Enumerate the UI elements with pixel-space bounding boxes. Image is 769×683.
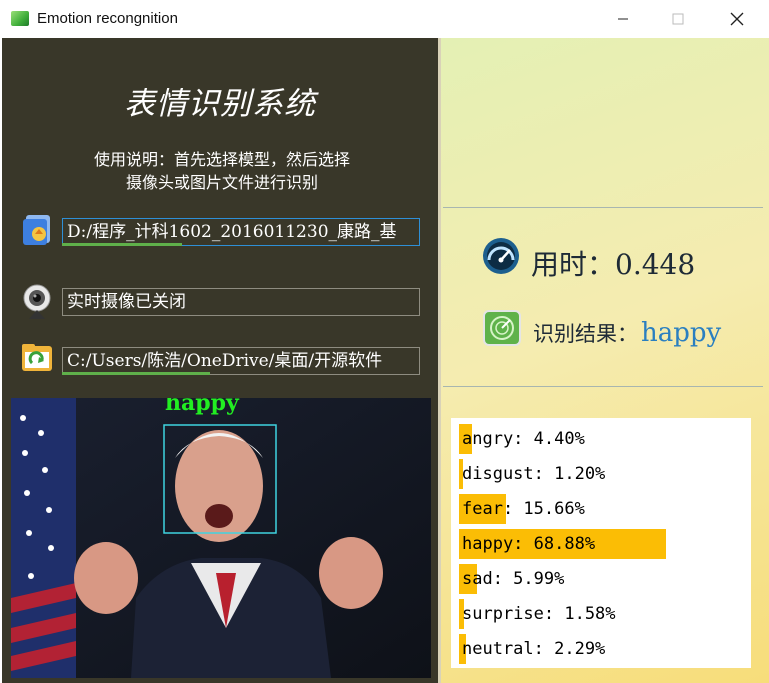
minimize-button[interactable] — [601, 6, 645, 32]
maximize-icon — [672, 13, 684, 25]
minimize-icon — [618, 18, 628, 20]
emotion-probability-chart: angry: 4.40% disgust: 1.20% fear: 15.66% ha… — [451, 418, 751, 668]
bar-label-fear: fear: 15.66% — [462, 499, 585, 519]
instructions: 使用说明：首先选择模型，然后选择 摄像头或图片文件进行识别 — [42, 148, 402, 194]
result-panel: 用时：0.448 识别结果： happy angry: 4.40% disgust… — [441, 38, 769, 683]
bar-row-surprise: surprise: 1.58% — [459, 599, 749, 629]
detection-preview: happy — [11, 398, 431, 678]
result-label: 识别结果： — [533, 322, 638, 346]
model-load-progress — [62, 243, 182, 246]
app-icon — [11, 11, 29, 26]
bar-label-surprise: surprise: 1.58% — [462, 604, 616, 624]
control-panel: 表情识别系统 使用说明：首先选择模型，然后选择 摄像头或图片文件进行识别 D:/… — [2, 38, 438, 683]
model-folder-icon — [23, 215, 50, 245]
instructions-line-2: 摄像头或图片文件进行识别 — [125, 173, 318, 192]
bar-label-sad: sad: 5.99% — [462, 569, 565, 589]
image-path-field[interactable]: C:/Users/陈浩/OneDrive/桌面/开源软件 — [62, 347, 420, 375]
model-select-button[interactable] — [20, 213, 54, 247]
bar-row-disgust: disgust: 1.20% — [459, 459, 749, 489]
maximize-button[interactable] — [656, 6, 700, 32]
camera-button[interactable] — [20, 283, 54, 319]
detection-image — [11, 398, 431, 678]
model-path-field[interactable]: D:/程序_计科1602_2016011230_康路_基 — [62, 218, 420, 246]
separator-top — [443, 207, 763, 208]
bar-row-happy: happy: 68.88% — [459, 529, 749, 559]
bar-row-sad: sad: 5.99% — [459, 564, 749, 594]
image-load-progress — [62, 372, 210, 375]
webcam-icon — [23, 284, 51, 319]
close-button[interactable] — [715, 6, 759, 32]
bar-label-angry: angry: 4.40% — [462, 429, 585, 449]
image-folder-icon — [22, 344, 52, 371]
bar-label-neutral: neutral: 2.29% — [462, 639, 606, 659]
detected-emotion-label: happy — [165, 398, 239, 416]
bar-row-angry: angry: 4.40% — [459, 424, 749, 454]
title-bar: Emotion recongnition — [0, 0, 769, 38]
instructions-line-1: 使用说明：首先选择模型，然后选择 — [93, 150, 350, 169]
image-open-button[interactable] — [20, 341, 54, 375]
bar-label-disgust: disgust: 1.20% — [462, 464, 606, 484]
result-value: happy — [641, 318, 722, 348]
bar-row-fear: fear: 15.66% — [459, 494, 749, 524]
radar-icon — [483, 310, 521, 346]
bar-row-neutral: neutral: 2.29% — [459, 634, 749, 664]
camera-status-field[interactable]: 实时摄像已关闭 — [62, 288, 420, 316]
app-title: 表情识别系统 — [124, 86, 316, 122]
window-title: Emotion recongnition — [37, 10, 178, 27]
bar-label-happy: happy: 68.88% — [462, 534, 596, 554]
right-fist — [319, 537, 383, 609]
close-icon — [730, 12, 744, 26]
left-fist — [74, 542, 138, 614]
speedometer-icon — [483, 238, 519, 274]
elapsed-time: 用时：0.448 — [531, 248, 696, 281]
separator-bottom — [443, 386, 763, 387]
